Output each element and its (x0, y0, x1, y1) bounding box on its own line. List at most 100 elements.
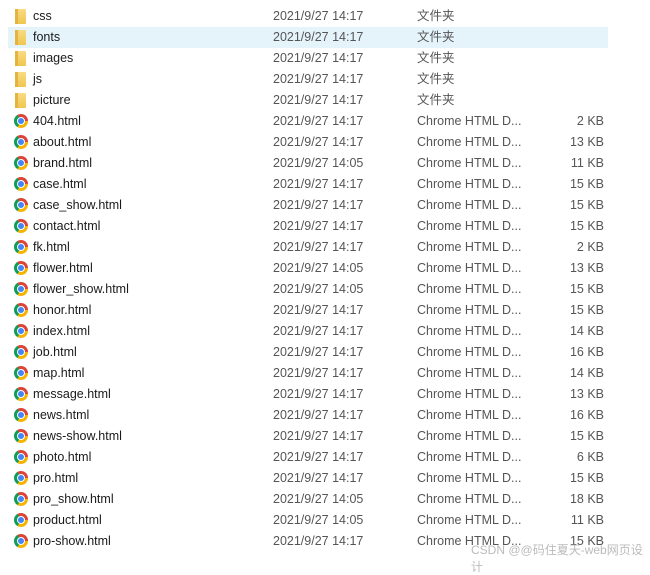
file-type: Chrome HTML D... (417, 114, 522, 128)
file-row[interactable]: brand.html 2021/9/27 14:05 Chrome HTML D… (8, 153, 608, 174)
file-row[interactable]: job.html 2021/9/27 14:17 Chrome HTML D..… (8, 342, 608, 363)
file-type: 文件夹 (417, 51, 455, 65)
chrome-icon (14, 534, 28, 548)
folder-icon (15, 93, 26, 108)
file-type: Chrome HTML D... (417, 345, 522, 359)
file-size: 15 KB (569, 219, 604, 233)
file-name: index.html (33, 324, 90, 338)
file-name: 404.html (33, 114, 81, 128)
chrome-icon (14, 177, 28, 191)
file-name: contact.html (33, 219, 101, 233)
file-type: Chrome HTML D... (417, 240, 522, 254)
file-date: 2021/9/27 14:17 (273, 198, 364, 212)
file-row[interactable]: pro.html 2021/9/27 14:17 Chrome HTML D..… (8, 468, 608, 489)
file-row[interactable]: picture 2021/9/27 14:17 文件夹 (8, 90, 608, 111)
file-type: Chrome HTML D... (417, 387, 522, 401)
file-date: 2021/9/27 14:17 (273, 471, 364, 485)
file-date: 2021/9/27 14:17 (273, 114, 364, 128)
folder-icon (15, 51, 26, 66)
file-size: 11 KB (570, 156, 604, 170)
file-date: 2021/9/27 14:17 (273, 534, 364, 548)
file-type: Chrome HTML D... (417, 303, 522, 317)
file-date: 2021/9/27 14:17 (273, 72, 364, 86)
file-type: Chrome HTML D... (417, 513, 522, 527)
file-size: 14 KB (569, 324, 604, 338)
file-row[interactable]: js 2021/9/27 14:17 文件夹 (8, 69, 608, 90)
file-row[interactable]: flower.html 2021/9/27 14:05 Chrome HTML … (8, 258, 608, 279)
file-row[interactable]: news.html 2021/9/27 14:17 Chrome HTML D.… (8, 405, 608, 426)
file-row[interactable]: css 2021/9/27 14:17 文件夹 (8, 6, 608, 27)
file-size: 13 KB (569, 135, 604, 149)
file-size: 13 KB (569, 261, 604, 275)
file-name: pro-show.html (33, 534, 111, 548)
file-name: pro.html (33, 471, 79, 485)
file-name: fk.html (33, 240, 70, 254)
chrome-icon (14, 492, 28, 506)
file-name: product.html (33, 513, 102, 527)
file-size: 2 KB (576, 114, 604, 128)
file-date: 2021/9/27 14:17 (273, 387, 364, 401)
file-date: 2021/9/27 14:05 (273, 513, 364, 527)
file-row[interactable]: about.html 2021/9/27 14:17 Chrome HTML D… (8, 132, 608, 153)
file-type: 文件夹 (417, 9, 455, 23)
file-name: flower_show.html (33, 282, 129, 296)
file-name: pro_show.html (33, 492, 114, 506)
chrome-icon (14, 450, 28, 464)
file-row[interactable]: contact.html 2021/9/27 14:17 Chrome HTML… (8, 216, 608, 237)
chrome-icon (14, 198, 28, 212)
watermark: CSDN @@码住夏天-web网页设计 (471, 543, 643, 574)
file-row[interactable]: fonts 2021/9/27 14:17 文件夹 (8, 27, 608, 48)
file-size: 15 KB (569, 303, 604, 317)
file-row[interactable]: case.html 2021/9/27 14:17 Chrome HTML D.… (8, 174, 608, 195)
chrome-icon (14, 282, 28, 296)
file-name: news.html (33, 408, 90, 422)
file-size: 2 KB (576, 240, 604, 254)
file-name: images (33, 51, 74, 65)
chrome-icon (14, 324, 28, 338)
file-type: Chrome HTML D... (417, 219, 522, 233)
file-date: 2021/9/27 14:17 (273, 408, 364, 422)
file-name: picture (33, 93, 71, 107)
file-row[interactable]: images 2021/9/27 14:17 文件夹 (8, 48, 608, 69)
file-row[interactable]: index.html 2021/9/27 14:17 Chrome HTML D… (8, 321, 608, 342)
file-date: 2021/9/27 14:17 (273, 324, 364, 338)
chrome-icon (14, 429, 28, 443)
file-row[interactable]: 404.html 2021/9/27 14:17 Chrome HTML D..… (8, 111, 608, 132)
file-row[interactable]: case_show.html 2021/9/27 14:17 Chrome HT… (8, 195, 608, 216)
file-row[interactable]: photo.html 2021/9/27 14:17 Chrome HTML D… (8, 447, 608, 468)
file-date: 2021/9/27 14:17 (273, 429, 364, 443)
file-row[interactable]: product.html 2021/9/27 14:05 Chrome HTML… (8, 510, 608, 531)
file-row[interactable]: pro_show.html 2021/9/27 14:05 Chrome HTM… (8, 489, 608, 510)
file-date: 2021/9/27 14:17 (273, 93, 364, 107)
file-row[interactable]: honor.html 2021/9/27 14:17 Chrome HTML D… (8, 300, 608, 321)
file-row[interactable]: map.html 2021/9/27 14:17 Chrome HTML D..… (8, 363, 608, 384)
file-type: 文件夹 (417, 93, 455, 107)
file-size: 14 KB (569, 366, 604, 380)
chrome-icon (14, 135, 28, 149)
file-date: 2021/9/27 14:05 (273, 492, 364, 506)
chrome-icon (14, 366, 28, 380)
file-type: Chrome HTML D... (417, 366, 522, 380)
file-size: 11 KB (570, 513, 604, 527)
file-date: 2021/9/27 14:17 (273, 51, 364, 65)
file-date: 2021/9/27 14:17 (273, 177, 364, 191)
file-type: Chrome HTML D... (417, 198, 522, 212)
file-size: 16 KB (569, 408, 604, 422)
file-date: 2021/9/27 14:17 (273, 303, 364, 317)
file-row[interactable]: flower_show.html 2021/9/27 14:05 Chrome … (8, 279, 608, 300)
file-type: Chrome HTML D... (417, 156, 522, 170)
file-size: 18 KB (569, 492, 604, 506)
chrome-icon (14, 261, 28, 275)
file-row[interactable]: message.html 2021/9/27 14:17 Chrome HTML… (8, 384, 608, 405)
file-size: 15 KB (569, 471, 604, 485)
file-date: 2021/9/27 14:05 (273, 156, 364, 170)
file-date: 2021/9/27 14:17 (273, 366, 364, 380)
file-date: 2021/9/27 14:17 (273, 135, 364, 149)
file-name: news-show.html (33, 429, 122, 443)
file-date: 2021/9/27 14:05 (273, 261, 364, 275)
file-type: Chrome HTML D... (417, 177, 522, 191)
file-size: 15 KB (569, 429, 604, 443)
file-row[interactable]: fk.html 2021/9/27 14:17 Chrome HTML D...… (8, 237, 608, 258)
file-row[interactable]: news-show.html 2021/9/27 14:17 Chrome HT… (8, 426, 608, 447)
file-size: 15 KB (569, 282, 604, 296)
